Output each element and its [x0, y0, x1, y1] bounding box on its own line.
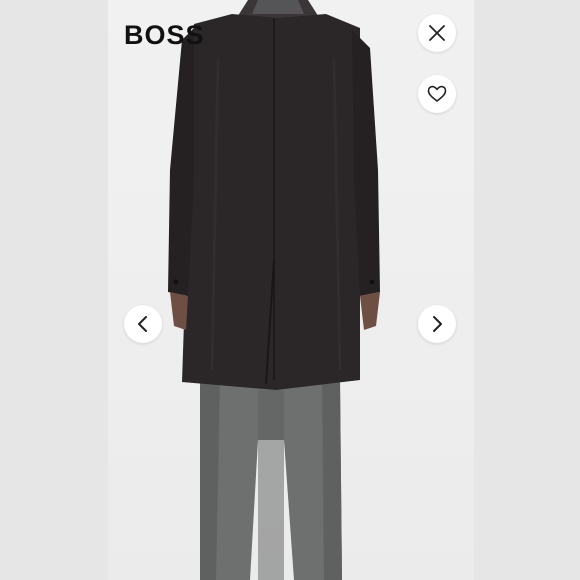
previous-image-button[interactable]	[124, 305, 162, 343]
product-image-viewer: BOSS	[0, 0, 580, 580]
right-backdrop	[474, 0, 580, 580]
close-icon	[429, 25, 445, 41]
close-button[interactable]	[418, 14, 456, 52]
next-image-button[interactable]	[418, 305, 456, 343]
chevron-left-icon	[138, 316, 147, 332]
brand-logo: BOSS	[124, 20, 205, 50]
chevron-right-icon	[433, 316, 442, 332]
favorite-button[interactable]	[418, 75, 456, 113]
heart-icon	[427, 85, 447, 102]
left-backdrop	[0, 0, 108, 580]
